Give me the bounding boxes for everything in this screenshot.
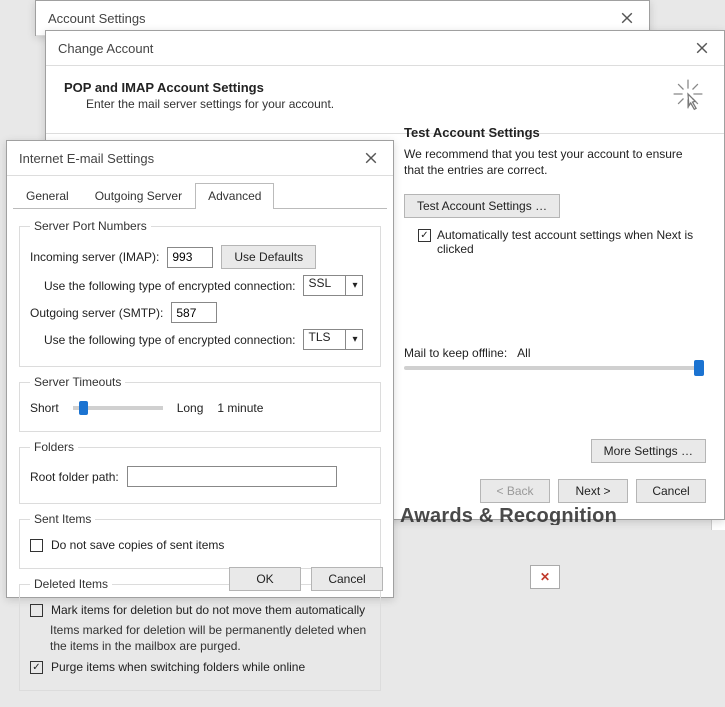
group-legend: Folders bbox=[30, 440, 78, 454]
slider-thumb-icon[interactable] bbox=[79, 401, 88, 415]
test-account-settings-button[interactable]: Test Account Settings … bbox=[404, 194, 560, 218]
close-icon[interactable] bbox=[688, 37, 716, 59]
outgoing-encryption-label: Use the following type of encrypted conn… bbox=[44, 333, 295, 347]
purge-row[interactable]: Purge items when switching folders while… bbox=[30, 660, 370, 674]
slider-thumb-icon[interactable] bbox=[694, 360, 704, 376]
dont-save-sent-label: Do not save copies of sent items bbox=[51, 538, 224, 552]
change-account-titlebar[interactable]: Change Account bbox=[46, 31, 724, 66]
use-defaults-button[interactable]: Use Defaults bbox=[221, 245, 316, 269]
email-settings-title: Internet E-mail Settings bbox=[19, 151, 154, 166]
close-icon[interactable] bbox=[357, 147, 385, 169]
change-account-title: Change Account bbox=[58, 41, 153, 56]
sent-items-group: Sent Items Do not save copies of sent it… bbox=[19, 512, 381, 569]
test-settings-panel: Test Account Settings We recommend that … bbox=[404, 121, 704, 370]
dont-save-sent-row[interactable]: Do not save copies of sent items bbox=[30, 538, 370, 552]
timeout-slider[interactable] bbox=[73, 406, 163, 410]
group-legend: Server Timeouts bbox=[30, 375, 125, 389]
timeout-short-label: Short bbox=[30, 401, 59, 415]
mail-keep-slider[interactable] bbox=[404, 366, 704, 370]
auto-test-label: Automatically test account settings when… bbox=[437, 228, 704, 256]
test-settings-heading: Test Account Settings bbox=[404, 125, 704, 140]
cancel-button[interactable]: Cancel bbox=[311, 567, 383, 591]
checkbox-icon[interactable] bbox=[418, 229, 431, 242]
dialog-buttons: OK Cancel bbox=[229, 567, 383, 591]
purge-label: Purge items when switching folders while… bbox=[51, 660, 305, 674]
mark-deletion-row[interactable]: Mark items for deletion but do not move … bbox=[30, 603, 370, 617]
outgoing-port-input[interactable] bbox=[171, 302, 217, 323]
server-port-numbers-group: Server Port Numbers Incoming server (IMA… bbox=[19, 219, 381, 367]
back-button[interactable]: < Back bbox=[480, 479, 550, 503]
mark-deletion-label: Mark items for deletion but do not move … bbox=[51, 603, 365, 617]
mark-deletion-note: Items marked for deletion will be perman… bbox=[50, 623, 370, 654]
ok-button[interactable]: OK bbox=[229, 567, 301, 591]
server-timeouts-group: Server Timeouts Short Long 1 minute bbox=[19, 375, 381, 432]
mail-keep-offline-row: Mail to keep offline: All bbox=[404, 346, 704, 360]
tab-outgoing-server[interactable]: Outgoing Server bbox=[82, 183, 195, 209]
mail-keep-value: All bbox=[517, 346, 530, 360]
tab-general[interactable]: General bbox=[13, 183, 82, 209]
group-legend: Server Port Numbers bbox=[30, 219, 151, 233]
settings-tabs: General Outgoing Server Advanced bbox=[13, 182, 387, 209]
next-button[interactable]: Next > bbox=[558, 479, 628, 503]
internet-email-settings-window: Internet E-mail Settings General Outgoin… bbox=[6, 140, 394, 598]
outgoing-server-label: Outgoing server (SMTP): bbox=[30, 306, 163, 320]
more-settings-button[interactable]: More Settings … bbox=[591, 439, 706, 463]
incoming-encryption-label: Use the following type of encrypted conn… bbox=[44, 279, 295, 293]
incoming-encryption-select[interactable]: SSL ▾ bbox=[303, 275, 363, 296]
email-settings-titlebar[interactable]: Internet E-mail Settings bbox=[7, 141, 393, 176]
folders-group: Folders Root folder path: bbox=[19, 440, 381, 504]
group-legend: Deleted Items bbox=[30, 577, 112, 591]
tab-advanced[interactable]: Advanced bbox=[195, 183, 274, 209]
advanced-tab-body: Server Port Numbers Incoming server (IMA… bbox=[7, 209, 393, 707]
group-legend: Sent Items bbox=[30, 512, 95, 526]
cursor-sparkle-icon bbox=[670, 76, 706, 115]
wizard-buttons: < Back Next > Cancel bbox=[480, 479, 706, 503]
broken-image-icon: ✕ bbox=[530, 565, 560, 589]
timeout-long-label: Long bbox=[177, 401, 204, 415]
root-folder-label: Root folder path: bbox=[30, 470, 119, 484]
banner-subtext: Enter the mail server settings for your … bbox=[86, 97, 334, 111]
cancel-button[interactable]: Cancel bbox=[636, 479, 706, 503]
close-icon[interactable] bbox=[613, 7, 641, 29]
checkbox-icon[interactable] bbox=[30, 539, 43, 552]
incoming-server-label: Incoming server (IMAP): bbox=[30, 250, 159, 264]
timeout-value: 1 minute bbox=[217, 401, 263, 415]
background-heading: Awards & Recognition bbox=[400, 505, 617, 525]
checkbox-icon[interactable] bbox=[30, 661, 43, 674]
banner-heading: POP and IMAP Account Settings bbox=[64, 80, 334, 95]
outgoing-encryption-select[interactable]: TLS ▾ bbox=[303, 329, 363, 350]
checkbox-icon[interactable] bbox=[30, 604, 43, 617]
account-settings-title: Account Settings bbox=[48, 11, 146, 26]
incoming-port-input[interactable] bbox=[167, 247, 213, 268]
root-folder-input[interactable] bbox=[127, 466, 337, 487]
test-settings-text: We recommend that you test your account … bbox=[404, 146, 704, 178]
mail-keep-label: Mail to keep offline: bbox=[404, 346, 507, 360]
auto-test-checkbox-row[interactable]: Automatically test account settings when… bbox=[418, 228, 704, 256]
deleted-items-group: Deleted Items Mark items for deletion bu… bbox=[19, 577, 381, 691]
